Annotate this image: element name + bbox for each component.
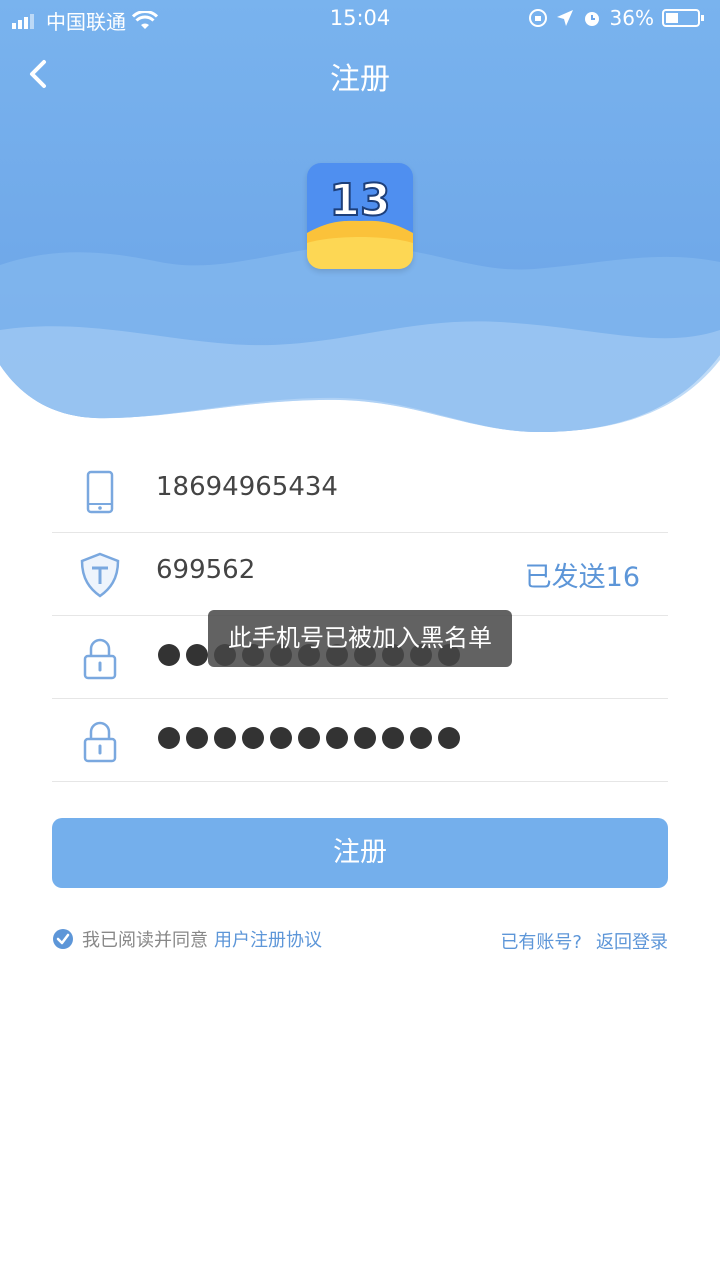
password-dot bbox=[298, 727, 320, 749]
logo-number: 13 bbox=[329, 175, 390, 226]
password-dot bbox=[354, 727, 376, 749]
alarm-icon bbox=[584, 12, 599, 26]
code-sent-countdown[interactable]: 已发送16 bbox=[525, 555, 640, 594]
code-row[interactable]: 699562 已发送16 bbox=[52, 533, 668, 616]
lock-icon bbox=[83, 638, 117, 680]
password-dot bbox=[270, 727, 292, 749]
agreement-text: 我已阅读并同意 bbox=[82, 930, 208, 951]
password-dot bbox=[438, 727, 460, 749]
rotation-lock-icon bbox=[528, 9, 547, 27]
lock-icon bbox=[83, 721, 117, 763]
back-to-login-link[interactable]: 返回登录 bbox=[596, 928, 668, 954]
password-dot bbox=[382, 727, 404, 749]
status-bar: 中国联通 15:04 36% bbox=[0, 0, 720, 38]
phone-row[interactable]: 18694965434 bbox=[52, 450, 668, 533]
agreement-row: 我已阅读并同意 用户注册协议 bbox=[52, 925, 322, 953]
confirm-password-row[interactable] bbox=[52, 699, 668, 782]
battery-percent: 36% bbox=[609, 6, 654, 30]
page-title: 注册 bbox=[330, 62, 390, 97]
shield-icon bbox=[80, 552, 120, 598]
register-button[interactable]: 注册 bbox=[52, 818, 668, 888]
confirm-password-input[interactable] bbox=[158, 727, 460, 749]
password-dot bbox=[214, 727, 236, 749]
phone-icon bbox=[86, 470, 114, 514]
toast-message: 此手机号已被加入黑名单 bbox=[208, 610, 512, 667]
code-input[interactable]: 699562 bbox=[156, 555, 255, 585]
checkbox-checked-icon[interactable] bbox=[52, 928, 74, 950]
password-dot bbox=[242, 727, 264, 749]
app-logo: 13 bbox=[307, 163, 413, 269]
phone-input[interactable]: 18694965434 bbox=[156, 472, 338, 502]
password-dot bbox=[158, 644, 180, 666]
password-dot bbox=[186, 644, 208, 666]
agreement-link[interactable]: 用户注册协议 bbox=[214, 926, 322, 952]
password-dot bbox=[186, 727, 208, 749]
password-dot bbox=[410, 727, 432, 749]
battery-icon bbox=[662, 9, 704, 27]
password-dot bbox=[158, 727, 180, 749]
have-account-text: 已有账号? bbox=[500, 932, 582, 953]
password-dot bbox=[326, 727, 348, 749]
header-banner: 中国联通 15:04 36% 注册 13 bbox=[0, 0, 720, 440]
login-links: 已有账号? 返回登录 bbox=[500, 928, 668, 954]
location-icon bbox=[556, 10, 573, 26]
